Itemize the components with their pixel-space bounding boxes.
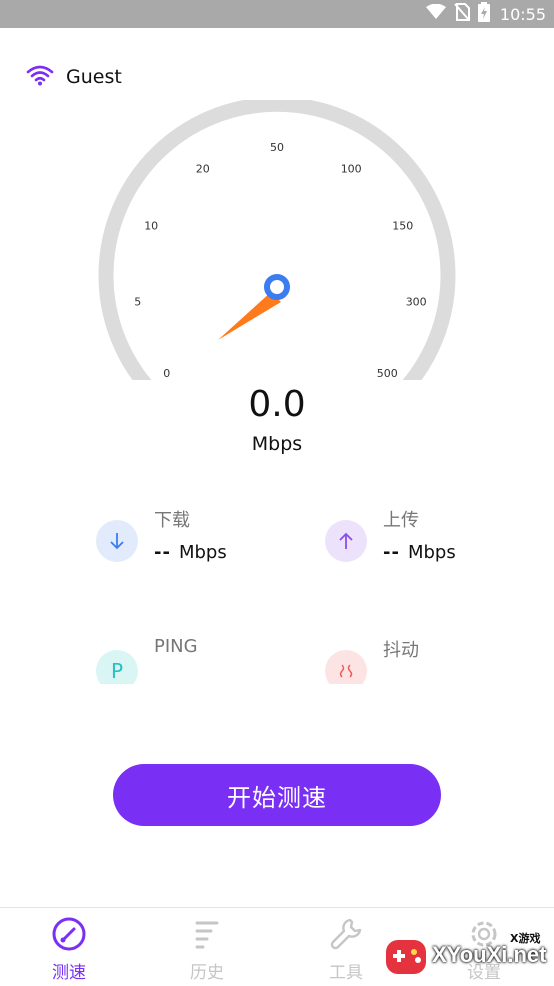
upload-metric: 上传 -- Mbps [325,506,525,586]
gauge-tick-label: 150 [392,220,413,233]
wifi-icon [26,64,54,90]
gauge-needle [218,292,281,340]
gauge-tick-label: 10 [144,220,158,233]
arrow-up-icon [325,520,367,562]
gauge-tick-label: 300 [406,296,427,309]
upload-value: -- Mbps [383,542,456,563]
gauge-tick-label: 20 [196,162,210,175]
history-list-icon [189,916,225,952]
nav-label: 历史 [190,963,224,983]
secondary-metrics: P PING 抖动 [0,610,554,684]
speed-gauge: 0 5 10 20 50 100 150 300 500 0.0 Mbps [0,100,554,470]
battery-charging-icon [477,2,490,26]
gauge-tick-label: 500 [377,367,398,380]
nav-label: 工具 [329,963,363,983]
gauge-tick-label: 50 [270,141,284,154]
nav-tools[interactable]: 工具 [306,916,386,984]
speedometer-icon [51,916,87,952]
start-test-button[interactable]: 开始测速 [113,764,441,826]
status-bar: 10:55 [0,0,554,28]
status-time: 10:55 [499,4,546,24]
download-metric: 下载 -- Mbps [96,506,296,586]
speed-unit: Mbps [251,433,303,455]
no-sim-icon [454,3,470,25]
jitter-icon [325,650,367,684]
speed-value: 0.0 [248,384,306,425]
wifi-icon [425,3,446,24]
nav-speedtest[interactable]: 测速 [29,916,109,984]
status-icons: 10:55 [425,0,546,28]
gauge-hub [264,274,290,300]
wrench-icon [328,916,364,952]
ping-metric: P PING [96,636,296,684]
arrow-down-icon [96,520,138,562]
gauge-dial: 0 5 10 20 50 100 150 300 500 [98,100,456,380]
jitter-label: 抖动 [383,640,419,661]
gamepad-logo-icon [386,940,426,974]
jitter-metric: 抖动 [325,636,525,684]
nav-history[interactable]: 历史 [167,916,247,984]
gauge-tick-label: 5 [134,296,141,309]
ping-label: PING [154,636,198,657]
network-info: Guest [26,62,122,92]
download-label: 下载 [154,510,190,531]
gauge-tick-label: 0 [163,367,170,380]
watermark-text: XYouXi.net [432,942,547,967]
download-value: -- Mbps [154,542,227,563]
ping-icon: P [96,650,138,684]
network-name: Guest [66,66,122,88]
upload-label: 上传 [383,510,419,531]
nav-label: 测速 [52,963,86,983]
gauge-tick-label: 100 [341,162,362,175]
watermark: X游戏 XYouXi.net [384,922,554,986]
